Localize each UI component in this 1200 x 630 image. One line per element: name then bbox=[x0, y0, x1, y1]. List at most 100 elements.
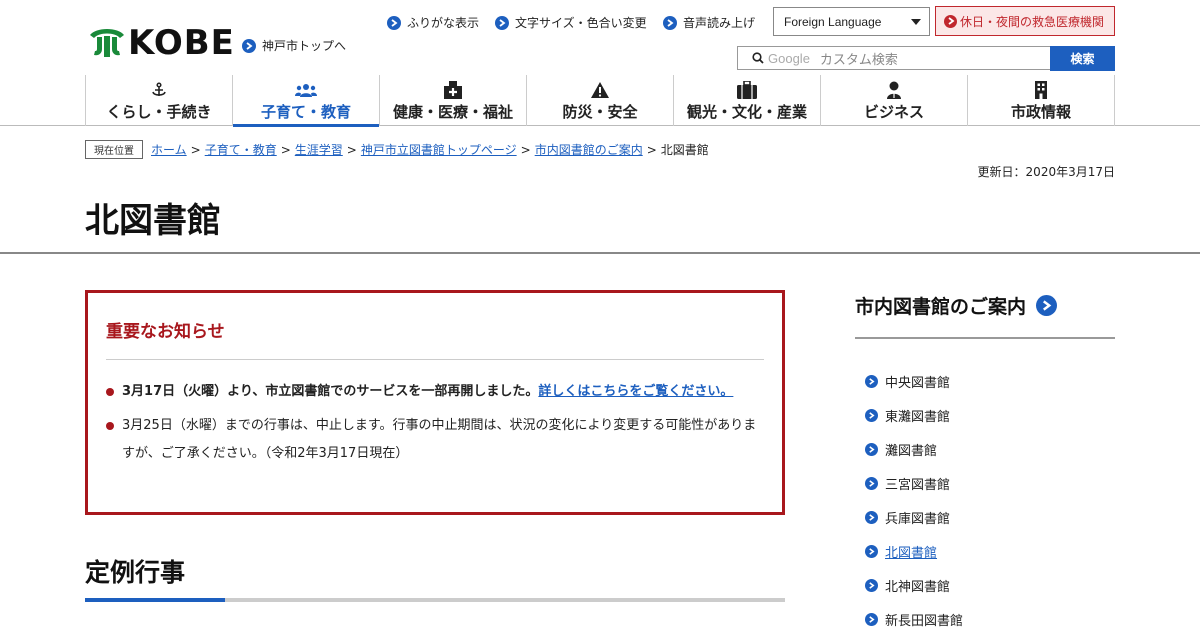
updated-date: 更新日：2020年3月17日 bbox=[977, 165, 1115, 179]
notice-item: 3月17日（火曜）より、市立図書館でのサービスを一部再開しました。詳しくはこちら… bbox=[106, 378, 764, 406]
search-button[interactable]: 検索 bbox=[1050, 46, 1115, 71]
side-nav-item-sannomiya[interactable]: 三宮図書館 bbox=[865, 466, 963, 500]
global-nav: くらし・手続き 子育て・教育 健康・医療・福祉 防災・安全 観光・文化・産業 ビ… bbox=[85, 75, 1115, 127]
chevron-down-icon bbox=[911, 19, 921, 25]
side-nav-item-kita[interactable]: 北図書館 bbox=[865, 534, 963, 568]
side-nav-item-label: 灘図書館 bbox=[885, 443, 938, 459]
side-nav-title-label: 市内図書館のご案内 bbox=[855, 296, 1027, 318]
logo-text: KOBE bbox=[128, 23, 235, 63]
side-nav-item-higashinada[interactable]: 東灘図書館 bbox=[865, 398, 963, 432]
arrow-right-icon bbox=[865, 578, 878, 592]
furigana-link[interactable]: ふりがな表示 bbox=[387, 14, 479, 31]
person-icon bbox=[886, 81, 902, 99]
nav-item-label: 子育て・教育 bbox=[260, 103, 351, 121]
nav-item-label: 市政情報 bbox=[1010, 103, 1071, 121]
current-location-badge: 現在位置 bbox=[85, 140, 143, 159]
arrow-right-icon bbox=[865, 476, 878, 490]
side-nav-item-label: 北神図書館 bbox=[885, 579, 951, 595]
side-nav-item-chuo[interactable]: 中央図書館 bbox=[865, 364, 963, 398]
arrow-right-icon bbox=[865, 374, 878, 388]
side-nav-item-label: 兵庫図書館 bbox=[885, 511, 951, 527]
suitcase-icon bbox=[737, 81, 757, 99]
breadcrumb-separator: > bbox=[520, 142, 531, 157]
nav-item-health[interactable]: 健康・医療・福祉 bbox=[379, 75, 526, 126]
foreign-language-select-value: Foreign Language bbox=[784, 14, 882, 29]
read-aloud-link[interactable]: 音声読み上げ bbox=[663, 14, 755, 31]
notice-item-text: 3月17日（火曜）より、市立図書館でのサービスを一部再開しました。 bbox=[122, 384, 539, 399]
breadcrumb-separator: > bbox=[346, 142, 357, 157]
furigana-link-label: ふりがな表示 bbox=[407, 16, 480, 30]
side-nav-item-hokushin[interactable]: 北神図書館 bbox=[865, 568, 963, 602]
breadcrumb-link-home[interactable]: ホーム bbox=[151, 141, 187, 158]
section-title: 定例行事 bbox=[85, 558, 186, 587]
nav-item-disaster-safety[interactable]: 防災・安全 bbox=[526, 75, 673, 126]
kobe-top-link[interactable]: 神戸市トップへ bbox=[242, 37, 346, 54]
font-size-color-link-label: 文字サイズ・色合い変更 bbox=[515, 16, 647, 30]
side-nav-item-shinnagata[interactable]: 新長田図書館 bbox=[865, 602, 963, 630]
side-nav-item-nada[interactable]: 灘図書館 bbox=[865, 432, 963, 466]
side-nav-item-label: 北図書館 bbox=[885, 545, 938, 561]
building-icon bbox=[1034, 81, 1048, 99]
search-input[interactable]: Google カスタム検索 bbox=[737, 46, 1051, 70]
nav-item-label: 防災・安全 bbox=[562, 103, 638, 121]
read-aloud-link-label: 音声読み上げ bbox=[683, 16, 756, 30]
notice-list: 3月17日（火曜）より、市立図書館でのサービスを一部再開しました。詳しくはこちら… bbox=[106, 378, 764, 468]
arrow-right-icon bbox=[865, 612, 878, 626]
page-title: 北図書館 bbox=[85, 201, 221, 241]
hospital-icon bbox=[443, 81, 463, 99]
important-notice-box: 重要なお知らせ 3月17日（火曜）より、市立図書館でのサービスを一部再開しました… bbox=[85, 290, 785, 515]
font-size-color-link[interactable]: 文字サイズ・色合い変更 bbox=[495, 14, 647, 31]
notice-details-link[interactable]: 詳しくはこちらをご覧ください。 bbox=[538, 384, 733, 399]
nav-item-tourism-culture[interactable]: 観光・文化・産業 bbox=[673, 75, 820, 126]
arrow-right-icon bbox=[865, 544, 878, 558]
side-nav-item-label: 東灘図書館 bbox=[885, 409, 951, 425]
side-nav-list: 中央図書館 東灘図書館 灘図書館 三宮図書館 兵庫図書館 北図書館 北神図書館 … bbox=[865, 364, 963, 630]
breadcrumb-link-library-guide[interactable]: 市内図書館のご案内 bbox=[535, 141, 643, 158]
emergency-medical-link-label: 休日・夜間の救急医療機関 bbox=[960, 14, 1105, 29]
people-icon bbox=[295, 81, 317, 99]
side-nav-item-label: 三宮図書館 bbox=[885, 477, 951, 493]
nav-item-label: くらし・手続き bbox=[106, 103, 212, 121]
nav-item-label: 健康・医療・福祉 bbox=[392, 103, 513, 121]
warning-icon bbox=[591, 81, 609, 99]
nav-item-childcare-education[interactable]: 子育て・教育 bbox=[232, 75, 379, 127]
breadcrumb-link-childcare-education[interactable]: 子育て・教育 bbox=[205, 141, 277, 158]
arrow-right-icon bbox=[387, 15, 401, 30]
side-nav-item-label: 新長田図書館 bbox=[885, 613, 964, 629]
google-brand: Google bbox=[768, 50, 810, 66]
side-nav-divider bbox=[855, 337, 1115, 339]
nav-item-city-info[interactable]: 市政情報 bbox=[967, 75, 1115, 126]
arrow-right-icon bbox=[865, 510, 878, 524]
notice-divider bbox=[106, 359, 764, 360]
breadcrumb-separator: > bbox=[280, 142, 291, 157]
arrow-right-icon bbox=[944, 14, 957, 28]
kobe-top-link-label: 神戸市トップへ bbox=[262, 39, 347, 53]
kobe-logo[interactable]: KOBE bbox=[88, 26, 235, 60]
side-nav-item-label: 中央図書館 bbox=[885, 375, 951, 391]
foreign-language-select[interactable]: Foreign Language bbox=[773, 7, 930, 36]
nav-item-business[interactable]: ビジネス bbox=[820, 75, 967, 126]
anchor-icon bbox=[151, 81, 167, 99]
nav-item-life[interactable]: くらし・手続き bbox=[85, 75, 232, 126]
breadcrumb-link-library-top[interactable]: 神戸市立図書館トップページ bbox=[361, 141, 517, 158]
emergency-medical-link[interactable]: 休日・夜間の救急医療機関 bbox=[935, 6, 1115, 36]
section-divider bbox=[85, 598, 785, 602]
breadcrumb-link-lifelong-learning[interactable]: 生涯学習 bbox=[295, 141, 343, 158]
breadcrumb: 現在位置 ホーム > 子育て・教育 > 生涯学習 > 神戸市立図書館トップページ… bbox=[85, 140, 709, 159]
arrow-right-icon bbox=[865, 408, 878, 422]
site-header: KOBE 神戸市トップへ ふりがな表示 文字サイズ・色合い変更 音声読み上げ F… bbox=[0, 0, 1200, 127]
breadcrumb-current: 北図書館 bbox=[660, 143, 709, 157]
nav-item-label: 観光・文化・産業 bbox=[686, 103, 807, 121]
arrow-right-icon bbox=[1036, 295, 1058, 316]
notice-title: 重要なお知らせ bbox=[106, 322, 225, 342]
notice-item: 3月25日（水曜）までの行事は、中止します。行事の中止期間は、状況の変化により変… bbox=[106, 412, 764, 468]
arrow-right-icon bbox=[242, 38, 256, 53]
side-nav-title[interactable]: 市内図書館のご案内 bbox=[855, 292, 1058, 319]
nav-item-label: ビジネス bbox=[863, 103, 924, 121]
side-nav-item-hyogo[interactable]: 兵庫図書館 bbox=[865, 500, 963, 534]
arrow-right-icon bbox=[495, 15, 509, 30]
breadcrumb-separator: > bbox=[190, 142, 201, 157]
kobe-emblem-icon bbox=[90, 29, 124, 57]
title-divider bbox=[0, 252, 1200, 254]
breadcrumb-separator: > bbox=[646, 142, 657, 157]
